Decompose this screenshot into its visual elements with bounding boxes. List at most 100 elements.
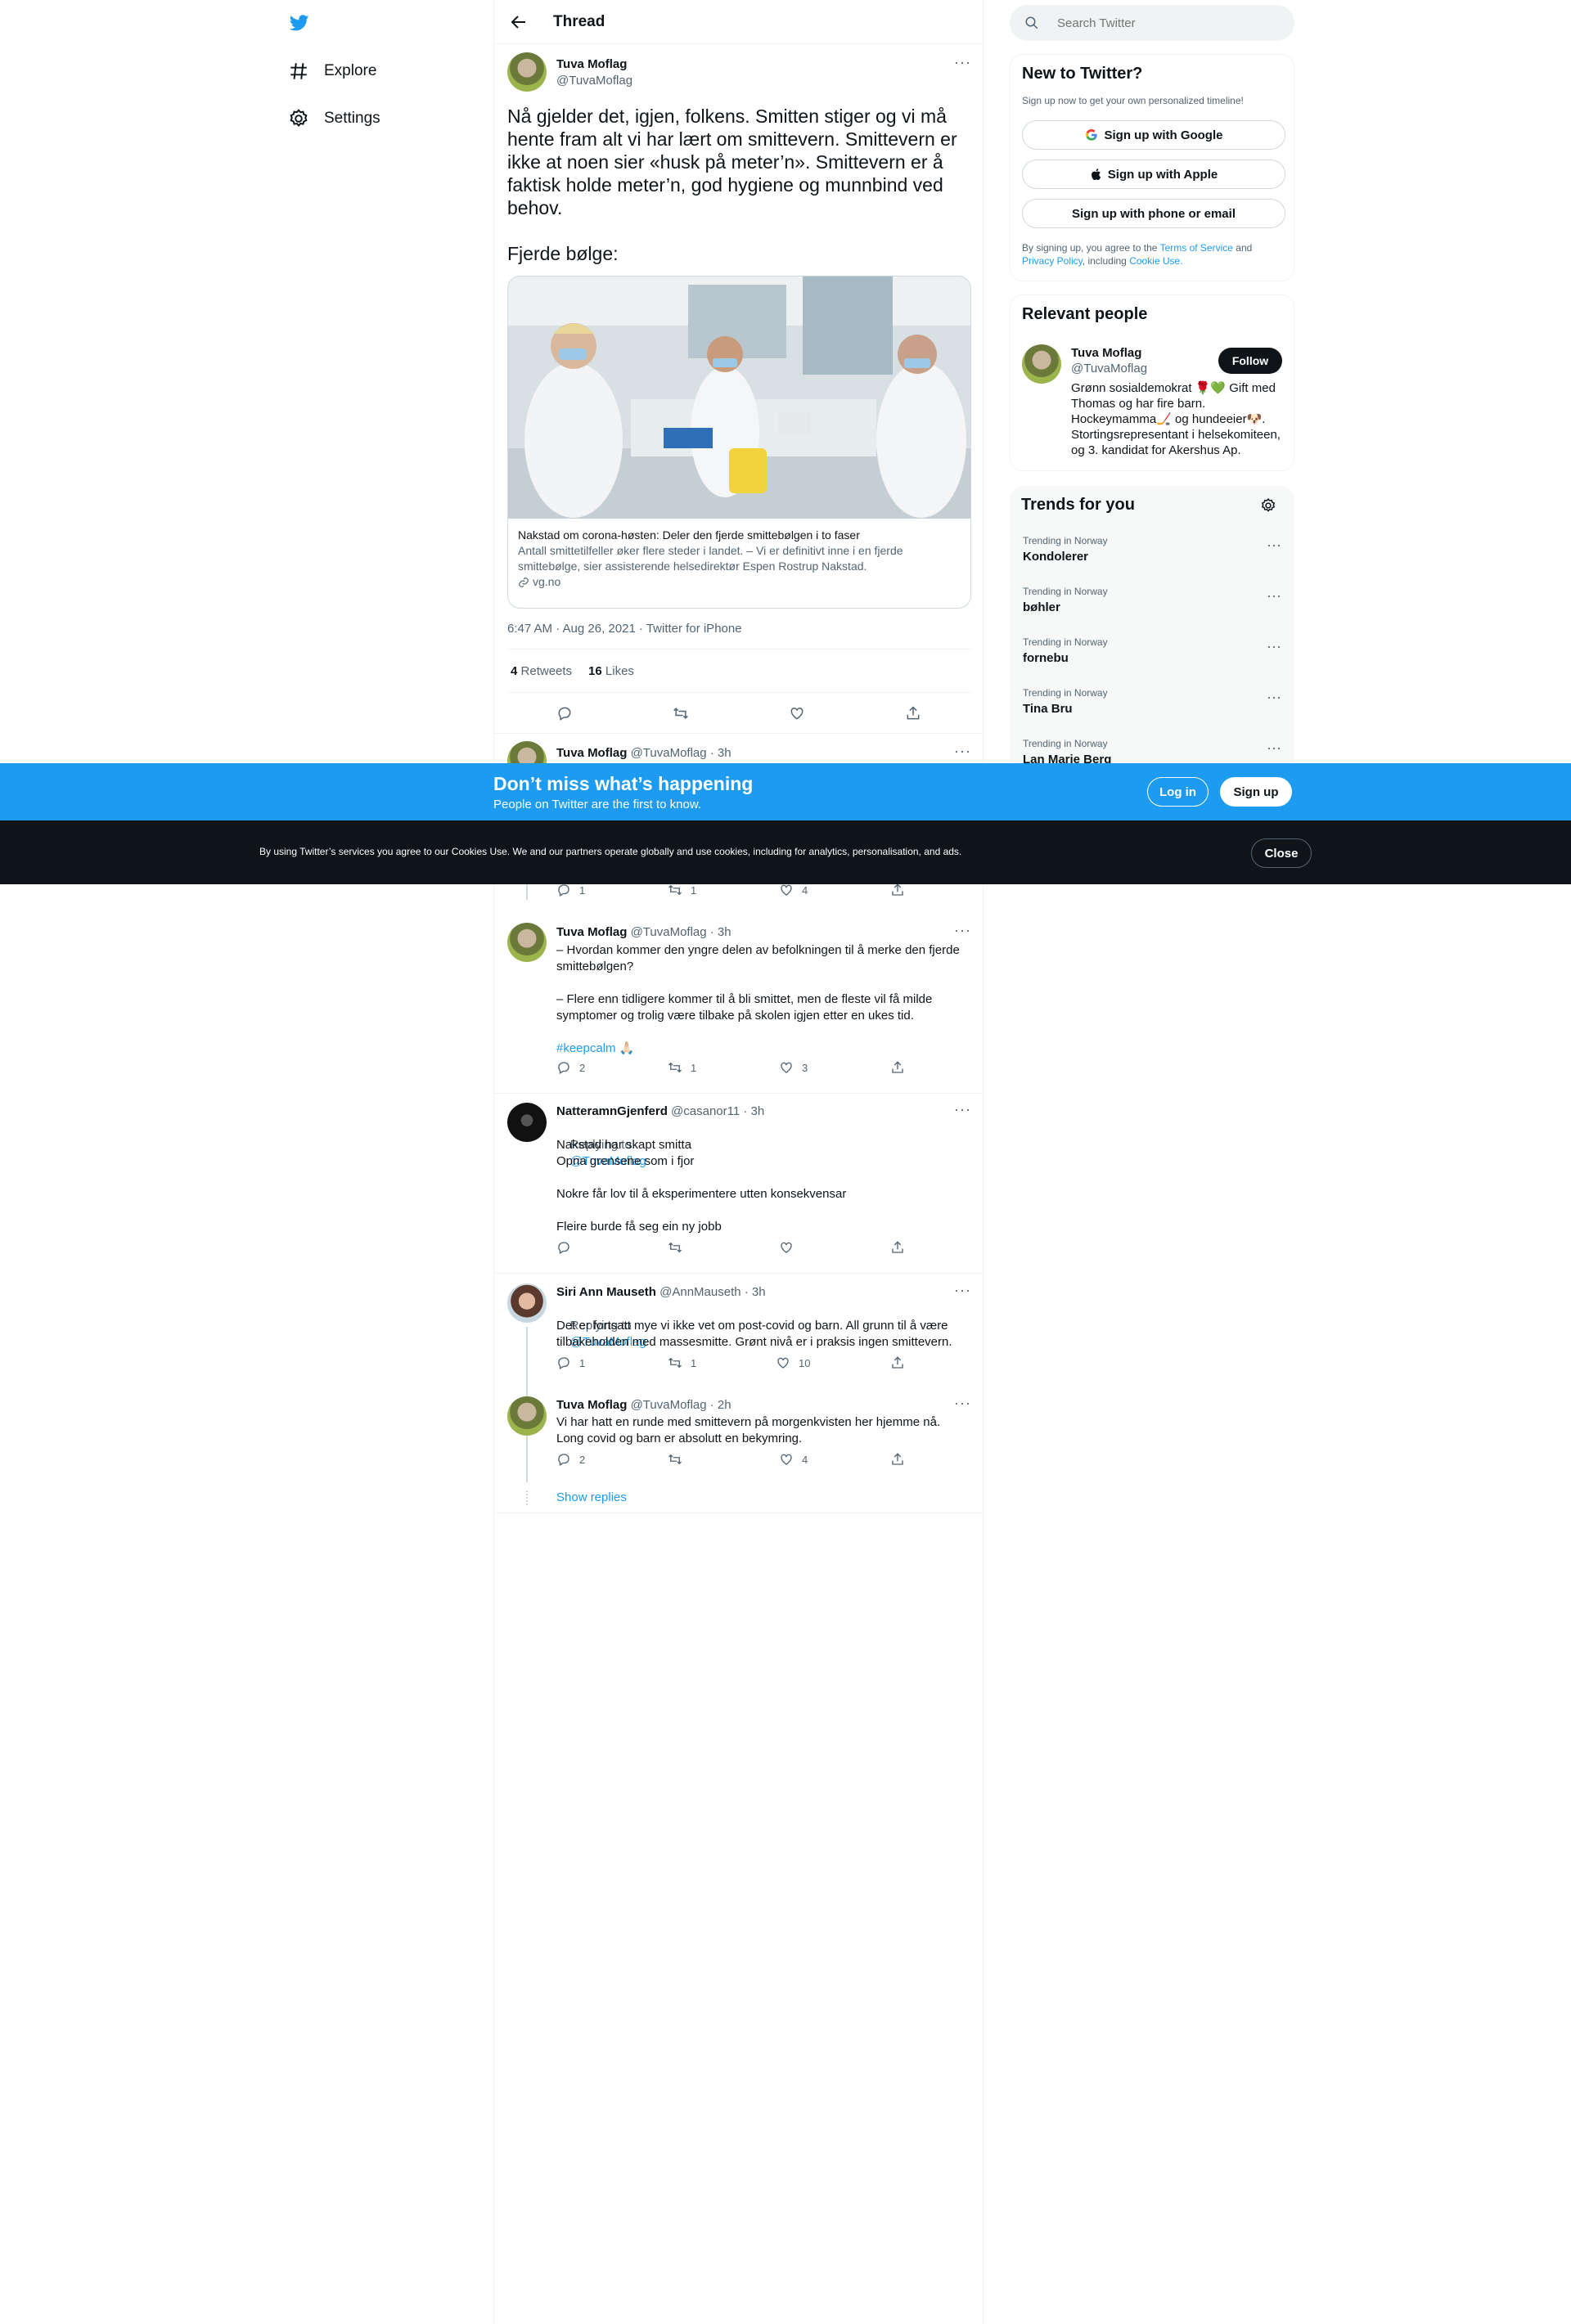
cookie-link[interactable]: Cookie Use. [1129,255,1182,267]
terms-link[interactable]: Terms of Service [1160,242,1233,254]
signup-banner: Don’t miss what’s happening People on Tw… [0,763,1571,820]
reply-icon[interactable] [556,705,573,721]
reply-meta: @TuvaMoflag · 3h [630,925,731,939]
main-column: Thread Tuva Moflag @TuvaMoflag ··· Nå gj… [493,0,984,2324]
nav-explore[interactable]: Explore [288,61,376,82]
like-button[interactable] [779,1240,802,1255]
twitter-logo-icon[interactable] [288,13,311,33]
signup-legal: By signing up, you agree to the Terms of… [1022,242,1253,267]
more-options-icon[interactable]: ··· [954,1101,971,1118]
hashtag-link[interactable]: #keepcalm 🙏🏻 [556,1041,966,1057]
gear-icon [288,108,309,129]
more-options-icon[interactable]: ··· [1267,537,1281,554]
share-button[interactable] [890,1355,905,1370]
thread-dots [526,1490,528,1505]
avatar[interactable] [507,1283,547,1323]
share-icon[interactable] [905,705,921,721]
share-button[interactable] [890,883,905,897]
signup-apple-label: Sign up with Apple [1107,167,1218,182]
signup-google-button[interactable]: Sign up with Google [1022,120,1285,150]
reply-author-name[interactable]: Tuva Moflag [556,746,627,760]
share-button[interactable] [890,1060,905,1075]
trend-name: bøhler [1023,600,1060,614]
follow-button[interactable]: Follow [1218,348,1282,374]
reply-button[interactable]: 1 [556,883,585,897]
trend-item[interactable]: Trending in Norway fornebu ··· [1023,636,1281,665]
like-button[interactable]: 10 [776,1355,810,1370]
reply-author-name[interactable]: Siri Ann Mauseth [556,1285,656,1299]
like-button[interactable]: 4 [779,883,808,897]
avatar[interactable] [507,52,547,92]
privacy-link[interactable]: Privacy Policy [1022,255,1083,267]
reply-button[interactable] [556,1240,579,1255]
divider [507,649,971,650]
more-options-icon[interactable]: ··· [954,1395,971,1412]
retweet-button[interactable] [668,1452,691,1467]
person-name[interactable]: Tuva Moflag [1071,346,1141,360]
trend-item[interactable]: Trending in Norway Kondolerer ··· [1023,535,1281,564]
nav-settings[interactable]: Settings [288,108,380,129]
tweet-author-name[interactable]: Tuva Moflag [556,57,627,71]
arrow-left-icon[interactable] [509,12,529,32]
retweet-button[interactable]: 1 [668,883,696,897]
person-handle[interactable]: @TuvaMoflag [1071,362,1147,375]
more-options-icon[interactable]: ··· [1267,638,1281,655]
trend-category: Trending in Norway [1023,586,1108,597]
google-icon [1085,128,1098,142]
link-card[interactable]: Nakstad om corona-høsten: Deler den fjer… [507,276,971,609]
reply-button[interactable]: 2 [556,1060,585,1075]
retweets-stat[interactable]: 4 Retweets [511,664,572,678]
trend-item[interactable]: Trending in Norway Tina Bru ··· [1023,687,1281,716]
like-icon[interactable] [789,705,805,721]
avatar[interactable] [507,1103,547,1142]
thread-line [526,883,528,900]
show-replies-link[interactable]: Show replies [556,1490,627,1504]
hashtag-icon [288,61,309,82]
trends-panel: Trends for you Trending in Norway Kondol… [1010,486,1294,764]
signup-phone-button[interactable]: Sign up with phone or email [1022,199,1285,228]
share-button[interactable] [890,1452,905,1467]
trend-item[interactable]: Trending in Norway bøhler ··· [1023,586,1281,614]
divider [507,692,971,693]
more-options-icon[interactable]: ··· [954,922,971,939]
more-options-icon[interactable]: ··· [1267,739,1281,757]
trend-name: fornebu [1023,651,1069,665]
signup-apple-button[interactable]: Sign up with Apple [1022,160,1285,189]
reply-text: Det er fortsatt mye vi ikke vet om post-… [556,1319,952,1349]
reply-button[interactable]: 2 [556,1452,585,1467]
search-input[interactable] [1057,16,1270,30]
retweet-button[interactable]: 1 [668,1355,696,1370]
more-options-icon[interactable]: ··· [954,743,971,760]
avatar[interactable] [507,923,547,962]
like-button[interactable]: 4 [779,1452,808,1467]
gear-icon[interactable] [1260,497,1276,514]
more-options-icon[interactable]: ··· [1267,587,1281,605]
more-options-icon[interactable]: ··· [954,1282,971,1299]
reply-author-name[interactable]: Tuva Moflag [556,925,627,939]
share-button[interactable] [890,1240,905,1255]
avatar[interactable] [1022,344,1061,384]
retweet-button[interactable] [668,1240,691,1255]
close-button[interactable]: Close [1251,838,1312,868]
like-button[interactable]: 3 [779,1060,808,1075]
reply-author-name[interactable]: Tuva Moflag [556,1398,627,1412]
tweet-author-handle[interactable]: @TuvaMoflag [556,74,632,88]
likes-stat[interactable]: 16 Likes [588,664,634,678]
divider [494,1093,984,1094]
card-domain-row: vg.no [518,574,960,590]
tweet-timestamp[interactable]: 6:47 AM · Aug 26, 2021 · Twitter for iPh… [507,622,742,636]
trend-item[interactable]: Trending in Norway Lan Marie Berg ··· [1023,738,1281,764]
trend-category: Trending in Norway [1023,636,1108,648]
signup-button[interactable]: Sign up [1220,777,1292,807]
avatar[interactable] [507,1396,547,1436]
search-box[interactable] [1010,5,1294,41]
reply-author-name[interactable]: NatteramnGjenferd [556,1104,668,1118]
reply-button[interactable]: 1 [556,1355,585,1370]
retweet-button[interactable]: 1 [668,1060,696,1075]
retweet-icon[interactable] [673,705,689,721]
more-options-icon[interactable]: ··· [1267,689,1281,706]
login-button[interactable]: Log in [1147,777,1209,807]
reply-author-row: NatteramnGjenferd @casanor11 · 3h [556,1104,764,1118]
more-options-icon[interactable]: ··· [954,54,971,71]
tweet-text: Nå gjelder det, igjen, folkens. Smitten … [507,106,957,264]
